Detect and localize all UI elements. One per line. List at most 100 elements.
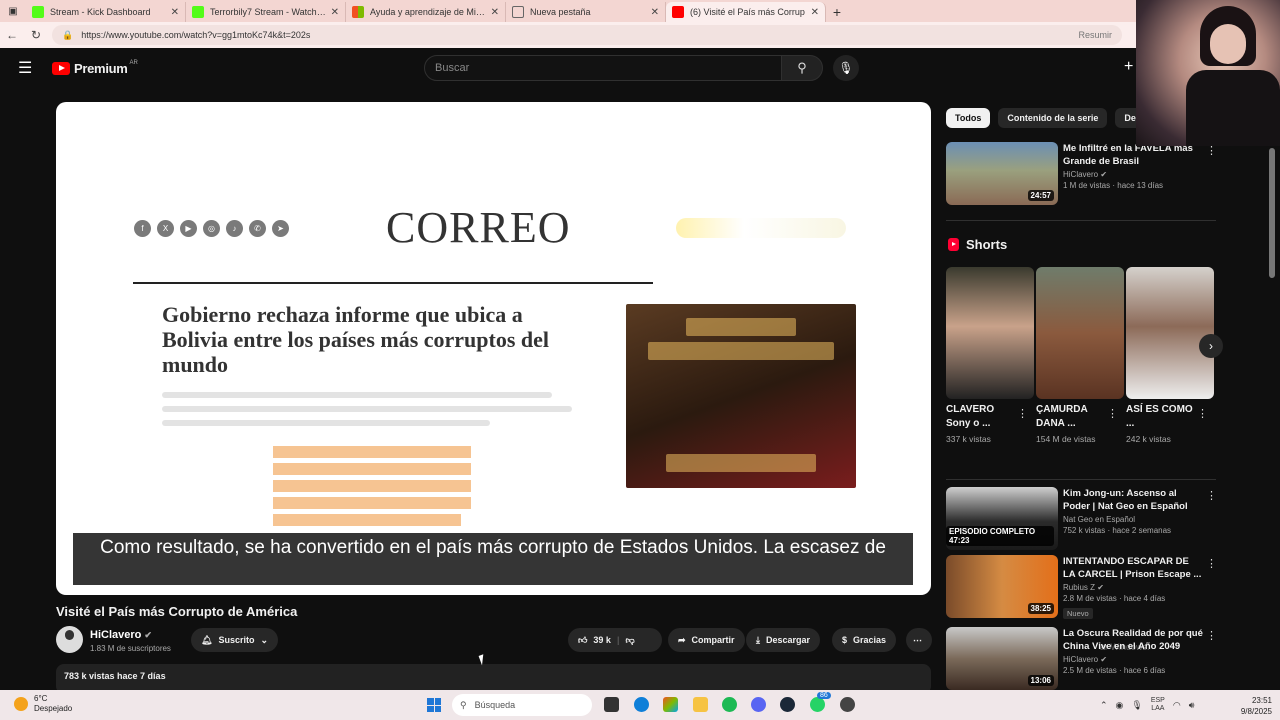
whatsapp-badge: 86	[817, 692, 831, 699]
recommended-video[interactable]: 38:25 INTENTANDO ESCAPAR DE LA CARCEL | …	[946, 555, 1217, 619]
close-tab-icon[interactable]: ✕	[331, 7, 339, 18]
new-tab-button[interactable]: +	[826, 2, 848, 22]
verified-icon: ✔	[144, 630, 152, 640]
taskbar-search[interactable]: ⚲ Búsqueda	[452, 694, 592, 716]
verified-icon: ✔	[1097, 583, 1104, 592]
subscribed-button[interactable]: 🔔︎ Suscrito ⌄	[191, 628, 278, 652]
shorts-header: Shorts	[948, 237, 1007, 252]
video-thumbnail[interactable]: 13:06	[946, 627, 1058, 690]
short-item[interactable]: CLAVERO Sony o ... 337 k vistas ⋮	[946, 267, 1034, 446]
more-vertical-icon[interactable]: ⋮	[1197, 407, 1208, 420]
weather-widget[interactable]: 6°C Despejado	[14, 694, 72, 714]
voice-search-button[interactable]: 🎙	[833, 55, 859, 81]
recommended-video[interactable]: 24:57 Me Infiltré en la FAVELA mas Grand…	[946, 142, 1217, 206]
close-tab-icon[interactable]: ✕	[491, 7, 499, 18]
like-count[interactable]: 39 k	[593, 635, 611, 645]
short-item[interactable]: ASÍ ES COMO ... 242 k vistas ⋮	[1126, 267, 1214, 446]
like-dislike-group: 👍︎ 39 k | 👎︎	[568, 628, 662, 652]
new-badge: Nuevo	[1063, 608, 1093, 619]
create-icon[interactable]: +	[1124, 58, 1133, 76]
more-vertical-icon[interactable]: ⋮	[1017, 407, 1028, 420]
tab-kick-dashboard[interactable]: Stream - Kick Dashboard ✕	[26, 2, 186, 22]
page-scrollbar[interactable]	[1268, 88, 1276, 684]
close-tab-icon[interactable]: ✕	[171, 7, 179, 18]
back-icon[interactable]: ←	[0, 28, 24, 42]
short-thumbnail[interactable]	[946, 267, 1034, 399]
short-item[interactable]: ÇAMURDA DANA ... 154 M de vistas ⋮	[1036, 267, 1124, 446]
tab-new-tab[interactable]: Nueva pestaña ✕	[506, 2, 666, 22]
edge-icon[interactable]	[634, 697, 649, 712]
copilot-icon[interactable]	[663, 697, 678, 712]
new-tab-icon	[512, 6, 524, 18]
article-promo-image	[626, 304, 856, 488]
chip-all[interactable]: Todos	[946, 108, 991, 128]
language-indicator[interactable]: ESP LAA	[1151, 697, 1165, 713]
tiktok-icon: ♪	[226, 220, 243, 237]
chip-series[interactable]: Contenido de la serie	[998, 108, 1108, 128]
video-thumbnail[interactable]: 24:57	[946, 142, 1058, 205]
tab-actions-icon[interactable]: ▣	[0, 0, 26, 22]
summarize-button[interactable]: Resumir	[1078, 30, 1112, 40]
more-vertical-icon[interactable]: ⋮	[1206, 557, 1217, 570]
windows-start-icon[interactable]	[427, 698, 441, 712]
chevron-right-icon[interactable]: ›	[1199, 334, 1223, 358]
scrollbar-thumb[interactable]	[1269, 148, 1275, 278]
bell-icon: 🔔︎	[201, 634, 213, 645]
video-player[interactable]: f X ▶ ◎ ♪ ✆ ➤ CORREO Gobierno rechaza in…	[56, 102, 931, 595]
channel-row: HiClavero ✔ 1.83 M de suscriptores 🔔︎ Su…	[56, 626, 932, 656]
dislike-icon[interactable]: 👎︎	[625, 635, 634, 646]
download-icon: ⤓	[756, 634, 760, 645]
video-thumbnail[interactable]: 38:25	[946, 555, 1058, 618]
tab-kick-stream[interactable]: Terrorbily7 Stream - Watch Live o ✕	[186, 2, 346, 22]
discord-icon[interactable]	[751, 697, 766, 712]
recommended-video[interactable]: EPISODIO COMPLETO 47:23 Kim Jong-un: Asc…	[946, 487, 1217, 551]
more-vertical-icon[interactable]: ⋮	[1206, 629, 1217, 642]
reload-icon[interactable]: ↻	[24, 28, 48, 42]
youtube-icon	[672, 6, 684, 18]
file-explorer-icon[interactable]	[693, 697, 708, 712]
more-vertical-icon[interactable]: ⋮	[1206, 489, 1217, 502]
more-horizontal-icon: ⋯	[913, 634, 922, 645]
more-vertical-icon[interactable]: ⋮	[1107, 407, 1118, 420]
chevron-up-icon[interactable]: ⌃	[1100, 700, 1108, 711]
search-input[interactable]: Buscar	[424, 55, 782, 81]
app-icon[interactable]	[840, 697, 855, 712]
channel-name[interactable]: HiClavero ✔	[90, 629, 152, 641]
recommended-video[interactable]: 13:06 La Oscura Realidad de por qué Chin…	[946, 627, 1217, 691]
url-field[interactable]: 🔒 https://www.youtube.com/watch?v=gg1mto…	[52, 25, 1122, 45]
short-thumbnail[interactable]	[1036, 267, 1124, 399]
tab-microsoft-help[interactable]: Ayuda y aprendizaje de Microsoft ✕	[346, 2, 506, 22]
share-button[interactable]: ➦ Compartir	[668, 628, 745, 652]
mic-icon: 🎙	[838, 61, 854, 75]
close-tab-icon[interactable]: ✕	[651, 7, 659, 18]
thanks-button[interactable]: $ Gracias	[832, 628, 897, 652]
close-tab-icon[interactable]: ✕	[811, 7, 819, 18]
spotify-icon[interactable]	[722, 697, 737, 712]
task-view-icon[interactable]	[604, 697, 619, 712]
menu-icon[interactable]: ☰	[18, 58, 38, 78]
search-button[interactable]: ⚲	[781, 55, 823, 81]
steam-icon[interactable]	[780, 697, 795, 712]
whatsapp-icon: ✆	[249, 220, 266, 237]
youtube-header: ☰ Premium AR Buscar ⚲ 🎙 +	[0, 48, 1280, 88]
short-thumbnail[interactable]	[1126, 267, 1214, 399]
microsoft-icon	[352, 6, 364, 18]
wifi-icon[interactable]: ◠	[1173, 700, 1181, 711]
system-tray: ⌃ ◉ 🎙 ESP LAA ◠ 🔊︎	[1100, 690, 1194, 720]
youtube-logo[interactable]: Premium AR	[52, 60, 138, 76]
article-divider	[133, 282, 653, 284]
download-button[interactable]: ⤓ Descargar	[746, 628, 821, 652]
network-icon[interactable]: ◉	[1116, 700, 1124, 711]
lock-icon: 🔒	[62, 29, 74, 40]
like-icon[interactable]: 👍︎	[578, 635, 587, 646]
address-bar-row: ← ↻ 🔒 https://www.youtube.com/watch?v=gg…	[0, 22, 1280, 48]
video-thumbnail[interactable]: EPISODIO COMPLETO 47:23	[946, 487, 1058, 550]
verified-icon: ✔	[1100, 655, 1108, 664]
volume-icon[interactable]: 🔊︎	[1189, 700, 1195, 711]
whatsapp-icon[interactable]	[810, 697, 825, 712]
more-actions-button[interactable]: ⋯	[906, 628, 932, 652]
mic-icon[interactable]: 🎙	[1131, 700, 1142, 711]
tab-youtube-active[interactable]: (6) Visité el País más Corrup ✕	[666, 2, 826, 22]
clock[interactable]: 23:51 9/8/2025	[1232, 695, 1272, 717]
channel-avatar[interactable]	[56, 626, 83, 653]
